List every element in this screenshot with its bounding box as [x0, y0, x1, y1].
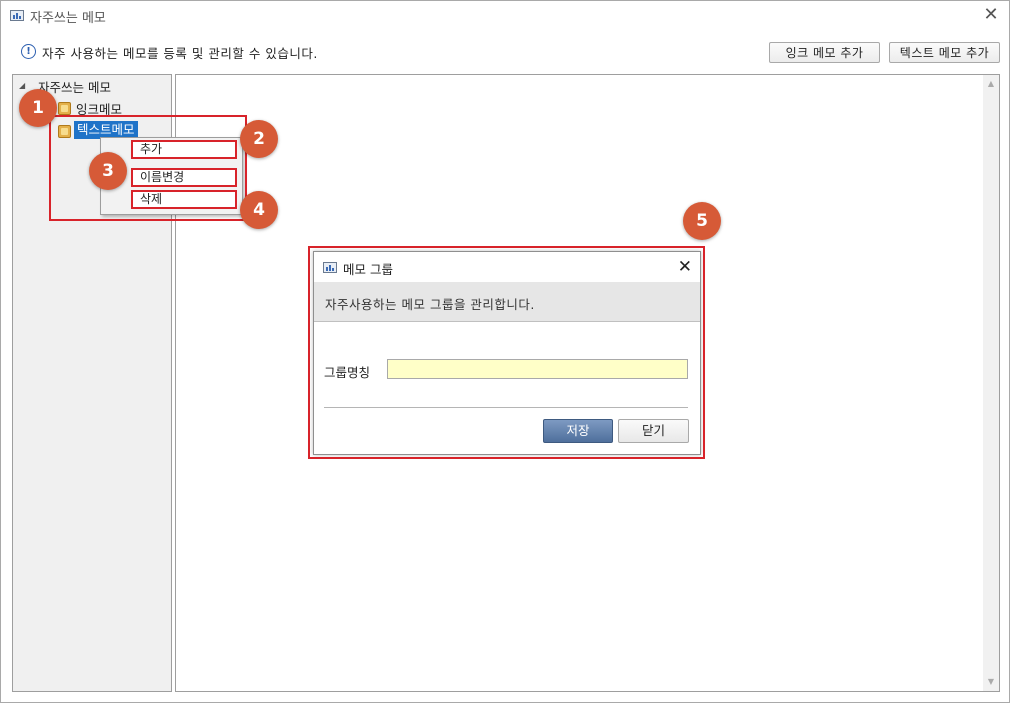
tree-item-link-memo[interactable]: 잉크메모 — [76, 99, 122, 118]
dialog-divider — [324, 407, 688, 408]
context-menu-delete[interactable]: 삭제 — [131, 190, 237, 209]
dialog-title: 메모 그룹 — [343, 262, 393, 277]
step-badge-4: 4 — [240, 191, 278, 229]
info-icon: ! — [21, 44, 36, 59]
memo-app-icon — [10, 10, 24, 21]
dialog-close-icon[interactable]: ✕ — [678, 257, 692, 277]
collapse-triangle-icon[interactable]: ◢ — [19, 81, 25, 90]
main-window: 자주쓰는 메모 ✕ ! 자주 사용하는 메모를 등록 및 관리할 수 있습니다.… — [0, 0, 1010, 703]
step-badge-2: 2 — [240, 120, 278, 158]
title-bar: 자주쓰는 메모 ✕ — [1, 1, 1009, 31]
step-badge-3: 3 — [89, 152, 127, 190]
info-text: 자주 사용하는 메모를 등록 및 관리할 수 있습니다. — [42, 46, 318, 61]
add-link-memo-button[interactable]: 잉크 메모 추가 — [769, 42, 880, 63]
package-icon — [58, 125, 71, 138]
step-badge-1: 1 — [19, 89, 57, 127]
package-icon — [58, 102, 71, 115]
add-text-memo-button[interactable]: 텍스트 메모 추가 — [889, 42, 1000, 63]
context-menu-rename[interactable]: 이름변경 — [131, 168, 237, 187]
window-title: 자주쓰는 메모 — [30, 11, 106, 26]
scroll-down-icon[interactable]: ▼ — [983, 675, 999, 689]
dialog-title-bar: 메모 그룹 ✕ — [314, 252, 700, 282]
group-name-label: 그룹명칭 — [324, 365, 371, 380]
close-button[interactable]: 닫기 — [618, 419, 689, 443]
vertical-scrollbar[interactable]: ▲ ▼ — [983, 75, 999, 691]
group-name-input[interactable] — [387, 359, 688, 379]
memo-app-icon — [323, 262, 337, 273]
close-icon[interactable]: ✕ — [981, 5, 1001, 25]
save-button[interactable]: 저장 — [543, 419, 613, 443]
step-badge-5: 5 — [683, 202, 721, 240]
context-menu-add[interactable]: 추가 — [131, 140, 237, 159]
memo-group-dialog: 메모 그룹 ✕ 자주사용하는 메모 그룹을 관리합니다. 그룹명칭 저장 닫기 — [313, 251, 701, 455]
dialog-description: 자주사용하는 메모 그룹을 관리합니다. — [325, 297, 535, 312]
dialog-description-bar: 자주사용하는 메모 그룹을 관리합니다. — [314, 282, 700, 322]
scroll-up-icon[interactable]: ▲ — [983, 77, 999, 91]
